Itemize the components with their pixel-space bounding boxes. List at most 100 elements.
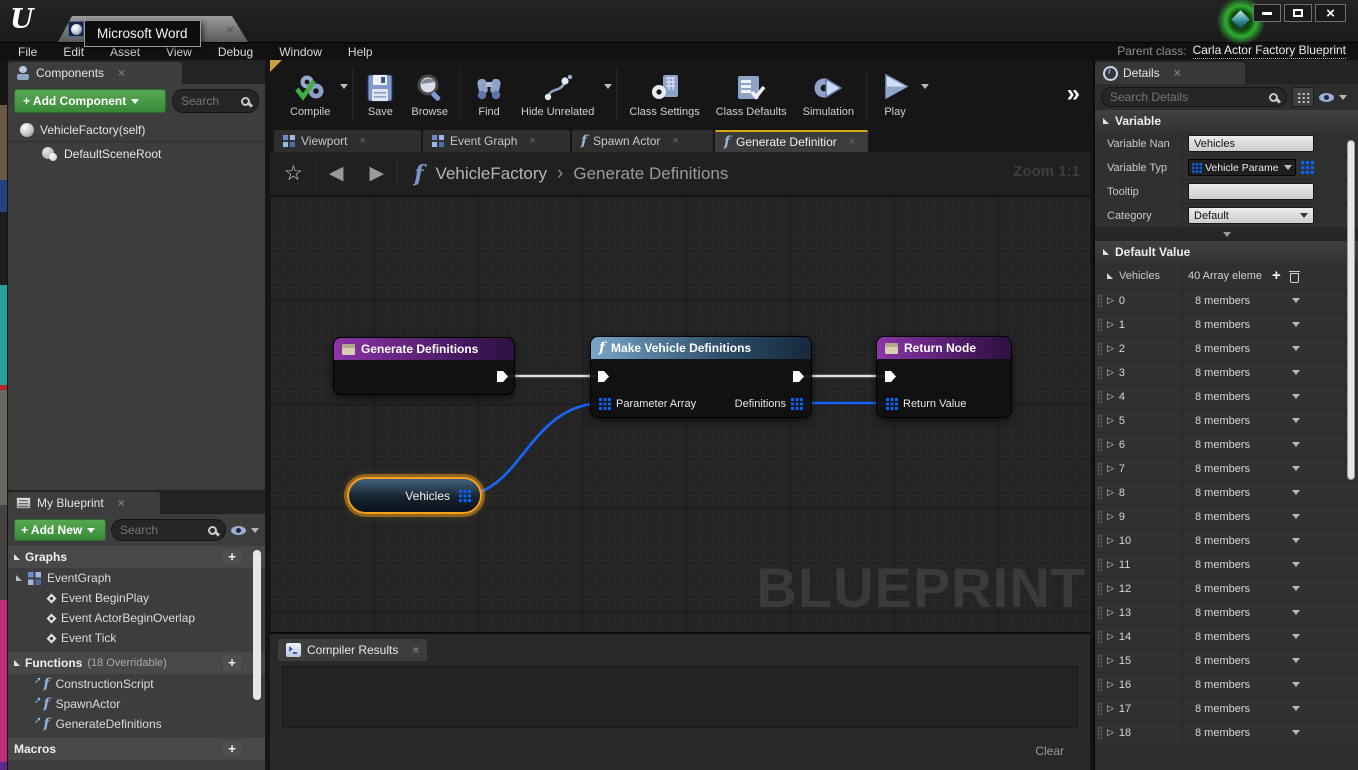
tab-close-icon[interactable]: × (529, 135, 535, 147)
functions-section-header[interactable]: Functions (18 Overridable) + (8, 652, 265, 674)
tab-my-blueprint[interactable]: My Blueprint × (8, 492, 160, 514)
drag-handle-icon[interactable] (1097, 606, 1102, 619)
tab-components[interactable]: Components × (8, 62, 182, 84)
collapsed-expander-icon[interactable]: ▷ (1107, 583, 1114, 594)
toolbar-expand-icon[interactable]: » (1067, 80, 1080, 108)
container-type-icon[interactable] (1301, 161, 1314, 174)
element-options-caret[interactable] (1292, 394, 1300, 399)
tab-generate-definitions[interactable]: f Generate Definitior× (715, 130, 868, 152)
collapsed-expander-icon[interactable]: ▷ (1107, 295, 1114, 306)
drag-handle-icon[interactable] (1097, 534, 1102, 547)
array-element-row[interactable]: ▷ 16 8 members (1095, 673, 1358, 697)
collapsed-expander-icon[interactable]: ▷ (1107, 727, 1114, 738)
array-element-row[interactable]: ▷ 0 8 members (1095, 289, 1358, 313)
compile-options-caret[interactable] (340, 84, 348, 89)
default-value-section-header[interactable]: Default Value (1095, 241, 1358, 263)
variable-section-header[interactable]: Variable (1095, 110, 1358, 132)
element-options-caret[interactable] (1292, 298, 1300, 303)
array-output-pin[interactable] (791, 398, 803, 410)
array-element-row[interactable]: ▷ 1 8 members (1095, 313, 1358, 337)
element-options-caret[interactable] (1292, 682, 1300, 687)
parent-class-link[interactable]: Carla Actor Factory Blueprint (1193, 43, 1346, 59)
components-search-input[interactable] (181, 94, 241, 108)
array-element-row[interactable]: ▷ 9 8 members (1095, 505, 1358, 529)
collapsed-expander-icon[interactable]: ▷ (1107, 679, 1114, 690)
my-blueprint-scrollbar[interactable] (253, 550, 261, 700)
collapsed-expander-icon[interactable]: ▷ (1107, 511, 1114, 522)
collapsed-expander-icon[interactable]: ▷ (1107, 367, 1114, 378)
element-options-caret[interactable] (1292, 658, 1300, 663)
menu-item[interactable]: Debug (218, 45, 253, 59)
element-options-caret[interactable] (1292, 538, 1300, 543)
menu-item[interactable]: File (18, 45, 37, 59)
collapsed-expander-icon[interactable]: ▷ (1107, 631, 1114, 642)
element-options-caret[interactable] (1292, 322, 1300, 327)
array-input-pin[interactable] (886, 398, 898, 410)
exec-input-pin[interactable] (884, 370, 897, 383)
hide-unrelated-button[interactable]: Hide Unrelated (513, 68, 602, 120)
collapsed-expander-icon[interactable]: ▷ (1107, 655, 1114, 666)
simulation-button[interactable]: Simulation (795, 68, 862, 120)
element-options-caret[interactable] (1292, 634, 1300, 639)
array-element-row[interactable]: ▷ 11 8 members (1095, 553, 1358, 577)
expander-icon[interactable] (14, 660, 20, 666)
node-header[interactable]: Return Node (877, 337, 1011, 359)
element-options-caret[interactable] (1292, 610, 1300, 615)
expander-icon[interactable] (1103, 249, 1109, 255)
drag-handle-icon[interactable] (1097, 702, 1102, 715)
compiler-tab-close-icon[interactable]: × (412, 643, 419, 657)
array-element-row[interactable]: ▷ 14 8 members (1095, 625, 1358, 649)
tooltip-input[interactable] (1188, 183, 1314, 200)
function-item[interactable]: ➚ f ConstructionScript (8, 674, 265, 694)
add-macro-button[interactable]: + (223, 741, 241, 757)
drag-handle-icon[interactable] (1097, 390, 1102, 403)
macros-section-header[interactable]: Macros + (8, 738, 265, 760)
expander-icon[interactable] (1107, 273, 1113, 279)
array-element-row[interactable]: ▷ 2 8 members (1095, 337, 1358, 361)
function-item[interactable]: ➚ f GenerateDefinitions (8, 714, 265, 734)
drag-handle-icon[interactable] (1097, 462, 1102, 475)
details-scrollbar[interactable] (1347, 140, 1355, 480)
drag-handle-icon[interactable] (1097, 510, 1102, 523)
collapsed-expander-icon[interactable]: ▷ (1107, 607, 1114, 618)
eye-options-caret[interactable] (251, 528, 259, 533)
blueprint-graph-canvas[interactable]: BLUEPRINT Generate Definitions f Make Ve… (270, 196, 1090, 632)
event-item[interactable]: Event Tick (8, 628, 265, 648)
expander-icon[interactable] (1103, 118, 1109, 124)
element-options-caret[interactable] (1292, 442, 1300, 447)
my-blueprint-search[interactable] (111, 519, 226, 541)
array-element-row[interactable]: ▷ 3 8 members (1095, 361, 1358, 385)
tab-close-icon[interactable]: × (672, 135, 678, 147)
details-search-input[interactable] (1110, 90, 1269, 104)
collapsed-expander-icon[interactable]: ▷ (1107, 559, 1114, 570)
collapsed-expander-icon[interactable]: ▷ (1107, 535, 1114, 546)
variable-type-dropdown[interactable]: Vehicle Parame (1188, 159, 1296, 176)
node-return[interactable]: Return Node Return Value (876, 336, 1012, 418)
collapsed-expander-icon[interactable]: ▷ (1107, 487, 1114, 498)
maximize-button[interactable] (1284, 4, 1312, 22)
element-options-caret[interactable] (1292, 466, 1300, 471)
element-options-caret[interactable] (1292, 562, 1300, 567)
array-element-row[interactable]: ▷ 13 8 members (1095, 601, 1358, 625)
node-vehicles-variable[interactable]: Vehicles (347, 477, 482, 514)
collapsed-expander-icon[interactable]: ▷ (1107, 391, 1114, 402)
array-output-pin[interactable] (459, 490, 471, 502)
compile-button[interactable]: Compile (282, 68, 338, 120)
variable-name-input[interactable]: Vehicles (1188, 135, 1314, 152)
collapsed-expander-icon[interactable]: ▷ (1107, 703, 1114, 714)
collapsed-expander-icon[interactable]: ▷ (1107, 319, 1114, 330)
my-blueprint-search-input[interactable] (120, 523, 208, 537)
play-options-caret[interactable] (921, 84, 929, 89)
array-input-pin[interactable] (599, 398, 611, 410)
asset-tab-close-icon[interactable]: × (226, 22, 234, 37)
array-element-row[interactable]: ▷ 7 8 members (1095, 457, 1358, 481)
play-button[interactable]: Play (871, 68, 919, 120)
collapsed-expander-icon[interactable]: ▷ (1107, 463, 1114, 474)
tab-event-graph[interactable]: Event Graph× (423, 130, 570, 152)
drag-handle-icon[interactable] (1097, 678, 1102, 691)
tab-close-icon[interactable]: × (359, 135, 365, 147)
drag-handle-icon[interactable] (1097, 558, 1102, 571)
drag-handle-icon[interactable] (1097, 486, 1102, 499)
drag-handle-icon[interactable] (1097, 630, 1102, 643)
drag-handle-icon[interactable] (1097, 438, 1102, 451)
